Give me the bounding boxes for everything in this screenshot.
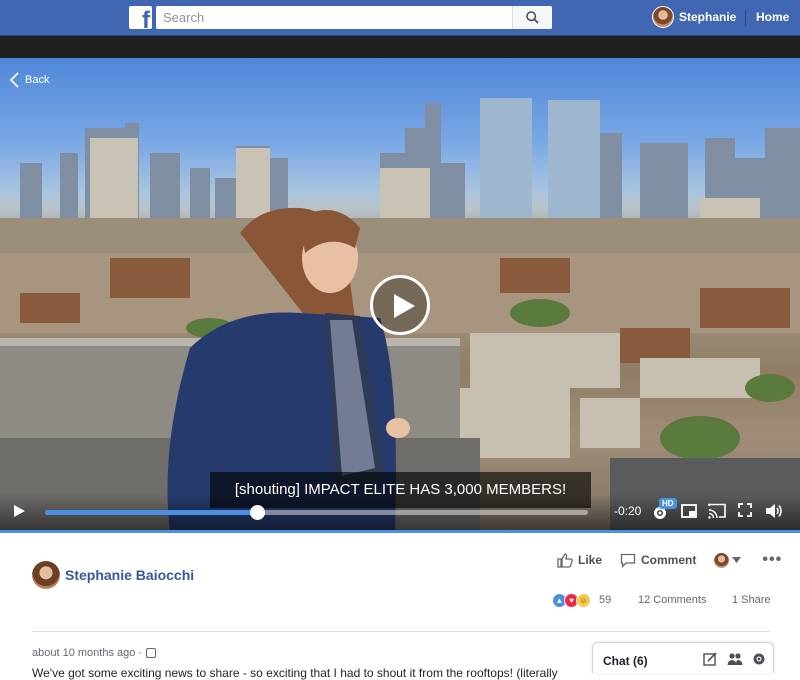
gear-icon[interactable] (752, 652, 766, 666)
comments-count[interactable]: 12 Comments (638, 594, 706, 606)
nav-divider (745, 10, 746, 26)
post-timestamp[interactable]: about 10 months ago (32, 647, 135, 659)
caret-down-icon (732, 557, 742, 563)
back-button[interactable]: Back (10, 71, 49, 89)
avatar (714, 552, 730, 568)
cast-icon[interactable] (708, 503, 726, 519)
avatar[interactable] (32, 561, 60, 589)
chat-label: Chat (6) (603, 654, 648, 668)
progress-fill (45, 510, 257, 515)
hd-badge: HD (659, 498, 677, 509)
time-remaining: -0:20 (614, 504, 642, 518)
post-text: We've got some exciting news to share - … (32, 666, 558, 680)
thumbs-up-icon (557, 552, 573, 568)
haha-reaction-icon: ☺ (576, 593, 591, 608)
avatar (652, 6, 674, 28)
section-divider (32, 631, 770, 632)
comment-icon (620, 553, 636, 568)
audience-icon[interactable] (146, 648, 157, 658)
home-link[interactable]: Home (756, 10, 789, 24)
volume-icon[interactable] (765, 503, 783, 519)
post-actions: Like Comment ••• (557, 550, 782, 570)
play-icon (394, 294, 415, 318)
progress-scrubber[interactable] (249, 505, 265, 520)
video-player: Back [shouting] IMPACT ELITE HAS 3,000 M… (0, 36, 800, 532)
post-stats: ▲ ♥ ☺ 59 12 Comments 1 Share (552, 593, 772, 609)
top-navigation-bar: f Stephanie Home (0, 0, 800, 36)
shares-count[interactable]: 1 Share (732, 594, 771, 606)
reaction-icons[interactable]: ▲ ♥ ☺ (552, 593, 591, 608)
more-options-icon[interactable]: ••• (762, 551, 782, 569)
comment-label: Comment (641, 553, 697, 567)
profile-link[interactable]: Stephanie (652, 5, 736, 29)
facebook-logo-icon[interactable]: f (129, 6, 152, 29)
search-box (156, 6, 552, 29)
new-message-icon[interactable] (703, 652, 717, 666)
share-as-selector[interactable] (714, 552, 746, 568)
post-meta: about 10 months ago · (32, 647, 157, 659)
back-label: Back (25, 74, 50, 86)
like-label: Like (578, 553, 603, 567)
search-input[interactable] (156, 6, 511, 29)
new-group-icon[interactable] (727, 652, 743, 666)
chevron-left-icon (10, 72, 19, 88)
play-control-icon[interactable] (13, 504, 26, 518)
big-play-button[interactable] (370, 275, 430, 335)
like-button[interactable]: Like (557, 552, 603, 568)
reaction-count[interactable]: 59 (599, 594, 611, 606)
search-button[interactable] (512, 6, 552, 29)
pip-icon[interactable] (681, 503, 697, 519)
player-top-strip (0, 36, 800, 58)
profile-name: Stephanie (679, 10, 737, 24)
progress-bar[interactable] (45, 505, 588, 520)
comment-button[interactable]: Comment (620, 553, 696, 568)
chat-bar[interactable]: Chat (6) (592, 642, 774, 673)
fullscreen-icon[interactable] (738, 503, 752, 517)
meta-separator: · (138, 647, 143, 659)
video-frame[interactable]: Back [shouting] IMPACT ELITE HAS 3,000 M… (0, 58, 800, 532)
author-name[interactable]: Stephanie Baiocchi (65, 567, 194, 583)
player-controls: -0:20 HD (0, 494, 800, 532)
search-icon (526, 11, 539, 24)
post-author: Stephanie Baiocchi (32, 561, 194, 589)
